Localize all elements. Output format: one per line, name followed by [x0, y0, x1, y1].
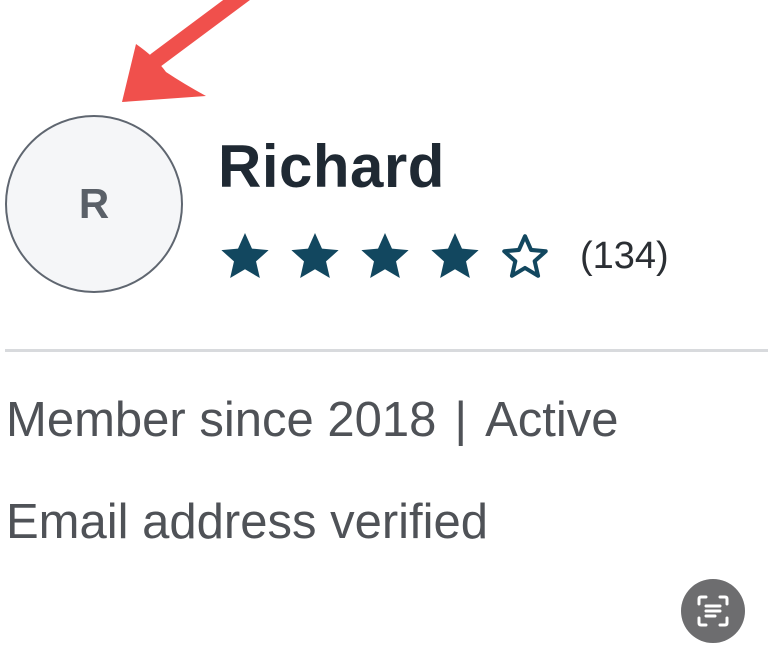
separator: |	[454, 393, 468, 447]
star-rating[interactable]: (134)	[218, 226, 669, 286]
red-arrow-icon	[122, 0, 250, 102]
profile-name: Richard	[218, 133, 445, 200]
text-scan-button[interactable]	[681, 579, 745, 643]
avatar-initial: R	[78, 180, 110, 227]
email-verified-text: Email address verified	[6, 495, 489, 549]
text-scan-icon	[697, 595, 729, 627]
star-filled-icon	[291, 233, 339, 279]
star-filled-icon	[221, 233, 269, 279]
member-since: Member since 2018	[6, 393, 437, 447]
star-empty-icon	[502, 234, 548, 278]
avatar[interactable]: R	[5, 115, 183, 293]
status-text: Active	[485, 393, 619, 447]
star-filled-icon	[431, 233, 479, 279]
review-count[interactable]: (134)	[580, 235, 669, 278]
seller-profile-card: R Richard (134) Member since 2018 | Active…	[0, 0, 768, 659]
star-filled-icon	[361, 233, 409, 279]
divider	[5, 349, 768, 352]
member-info-line: Member since 2018 | Active	[6, 392, 619, 448]
